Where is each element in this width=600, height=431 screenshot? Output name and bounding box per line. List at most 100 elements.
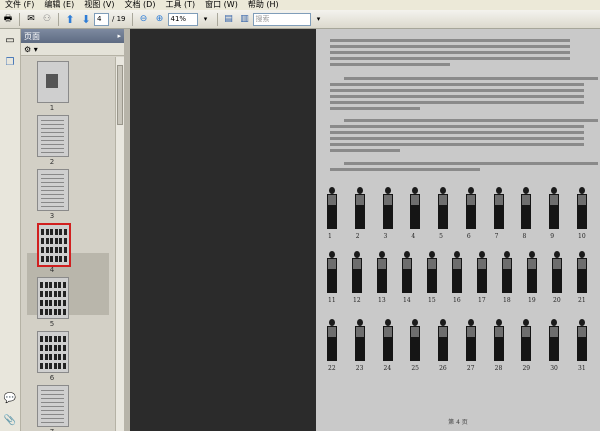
thumbnail-label: 3 (49, 212, 55, 220)
collaborate-icon[interactable]: ⚇ (41, 12, 53, 26)
posture-figure (381, 319, 395, 361)
toolbar-separator (216, 12, 218, 26)
figure-number: 1 (328, 233, 332, 240)
fit-width-icon[interactable]: ▥ (239, 12, 251, 26)
figure-number: 26 (439, 365, 447, 372)
print-icon[interactable]: 🖶 (2, 12, 14, 26)
posture-figure (519, 319, 533, 361)
posture-figure (547, 319, 561, 361)
panel-options[interactable]: ⚙ ▾ (21, 43, 124, 56)
pages-panel-header: 页面 ▸ (21, 29, 124, 43)
page-thumbnail[interactable] (37, 331, 69, 373)
prev-page-button[interactable]: ⬆ (64, 12, 76, 26)
figure-number: 23 (355, 365, 364, 372)
menu-item-5[interactable]: 窗口 (W) (200, 0, 243, 10)
chevron-down-icon[interactable]: ▾ (313, 12, 325, 26)
posture-figure (492, 187, 506, 229)
page-thumbnail[interactable] (37, 169, 69, 211)
text-line (344, 77, 598, 80)
page-footer: 第 4 页 (448, 419, 468, 426)
text-line (330, 137, 584, 140)
bookmarks-icon[interactable]: ❐ (3, 55, 17, 69)
text-line (344, 162, 598, 165)
text-line (330, 45, 570, 48)
text-line (330, 83, 584, 86)
figure-number: 12 (353, 297, 361, 304)
attachments-icon[interactable]: 📎 (3, 413, 17, 427)
zoom-in-icon[interactable]: ⊕ (154, 12, 166, 26)
figure-number: 18 (503, 297, 511, 304)
menu-item-3[interactable]: 文档 (D) (120, 0, 161, 10)
text-line (330, 39, 570, 42)
thumbnail-scrollbar[interactable] (115, 57, 124, 431)
figure-number: 8 (522, 233, 527, 240)
thumbnail-label: 5 (49, 320, 55, 328)
figure-number: 11 (328, 297, 336, 304)
text-line (330, 89, 584, 92)
pages-panel-icon[interactable]: ▭ (3, 33, 17, 47)
zoom-select[interactable]: 41% (167, 12, 198, 26)
page-number-input[interactable]: 4 (94, 12, 109, 26)
page-thumbnail[interactable] (37, 277, 69, 319)
text-line (330, 149, 400, 152)
figure-number: 2 (355, 233, 360, 240)
posture-figure (436, 187, 450, 229)
pages-panel: 页面 ▸ ⚙ ▾ 1234567 (21, 29, 124, 431)
thumbnail-label: 2 (49, 158, 55, 166)
figure-number: 6 (466, 233, 471, 240)
posture-figure (400, 251, 414, 293)
text-line (330, 95, 584, 98)
posture-figure (475, 251, 489, 293)
posture-figure (325, 251, 339, 293)
figure-number: 13 (378, 297, 386, 304)
figure-number: 19 (528, 297, 536, 304)
comments-icon[interactable]: 💬 (3, 391, 17, 405)
figure-number: 10 (578, 233, 586, 240)
figure-number: 9 (550, 233, 555, 240)
text-line (330, 63, 450, 66)
menu-item-4[interactable]: 工具 (T) (160, 0, 200, 10)
menu-item-1[interactable]: 编辑 (E) (39, 0, 79, 10)
posture-figure (547, 187, 561, 229)
figure-number: 14 (403, 297, 411, 304)
page-thumbnail[interactable] (37, 61, 69, 103)
figure-number: 17 (478, 297, 486, 304)
page-thumbnail[interactable] (37, 385, 69, 427)
page-thumbnail[interactable] (37, 115, 69, 157)
panel-title: 页面 (24, 31, 40, 41)
text-line (330, 131, 584, 134)
posture-figure (464, 187, 478, 229)
close-panel-icon[interactable]: ▸ (117, 32, 121, 40)
email-icon[interactable]: ✉ (25, 12, 37, 26)
posture-figure (525, 251, 539, 293)
chevron-down-icon[interactable]: ▾ (200, 12, 212, 26)
zoom-out-icon[interactable]: ⊖ (138, 12, 150, 26)
posture-figure (550, 251, 564, 293)
menu-bar: 文件 (F) 编辑 (E) 视图 (V) 文档 (D) 工具 (T) 窗口 (W) 帮助 (… (0, 0, 600, 10)
thumbnail-label: 4 (49, 266, 55, 274)
posture-figure (575, 251, 589, 293)
menu-item-6[interactable]: 帮助 (H) (243, 0, 284, 10)
posture-figure (450, 251, 464, 293)
next-page-button[interactable]: ⬇ (80, 12, 92, 26)
document-viewer: 第 4 页 1 2 3 4 5 6 7 8 9 10 11 12 13 14 15 16 17 18 19 20 21 2… (130, 29, 600, 431)
figure-number: 28 (494, 365, 503, 372)
figure-number: 4 (411, 233, 416, 240)
posture-figure (350, 251, 364, 293)
posture-figure (408, 319, 422, 361)
search-input[interactable]: 搜索 (252, 12, 311, 26)
figure-number: 5 (439, 233, 443, 240)
text-line (330, 101, 584, 104)
page-thumbnail[interactable] (37, 223, 71, 267)
fit-page-icon[interactable]: ▤ (223, 12, 235, 26)
posture-figure (408, 187, 422, 229)
posture-figure (325, 187, 339, 229)
figure-number: 22 (328, 365, 336, 372)
figure-number: 30 (550, 365, 558, 372)
thumbnail-list: 1234567 (21, 57, 115, 431)
menu-item-0[interactable]: 文件 (F) (0, 0, 39, 10)
text-line (330, 125, 584, 128)
scrollbar-thumb[interactable] (117, 65, 123, 125)
menu-item-2[interactable]: 视图 (V) (79, 0, 119, 10)
toolbar-separator (131, 12, 133, 26)
